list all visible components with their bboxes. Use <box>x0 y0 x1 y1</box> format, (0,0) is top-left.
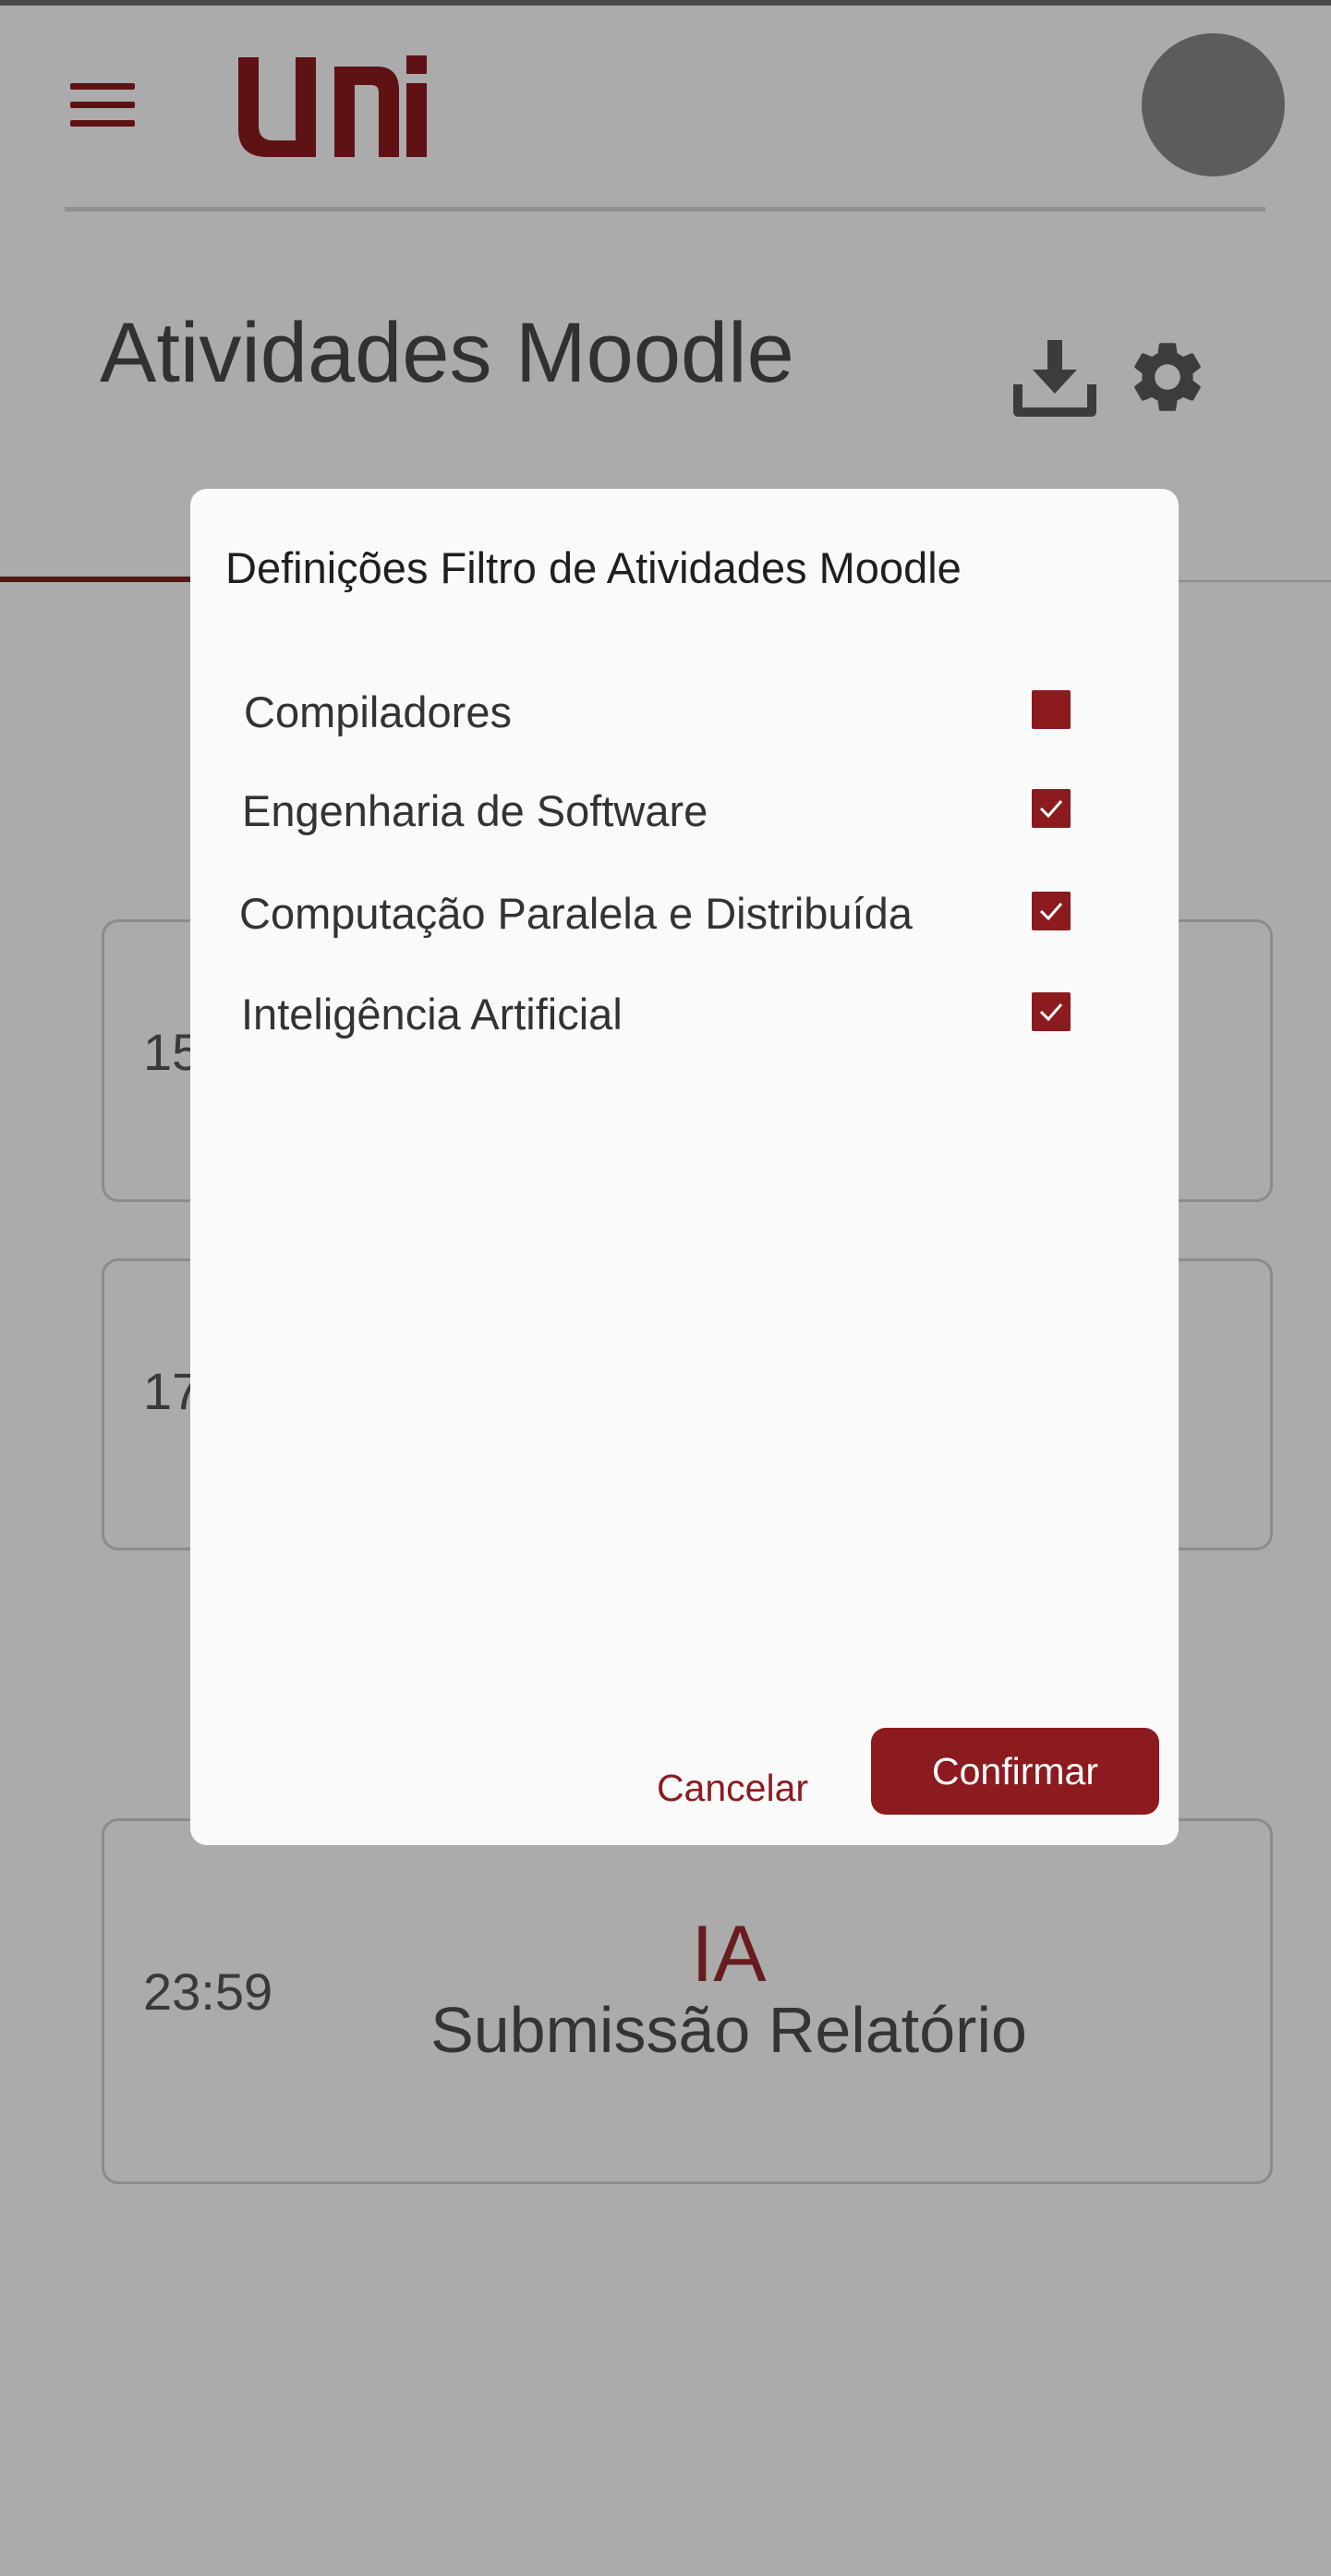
filter-option-computacao-paralela[interactable]: Computação Paralela e Distribuída <box>190 869 1179 953</box>
cancel-button[interactable]: Cancelar <box>645 1747 820 1829</box>
option-label: Compiladores <box>244 687 512 736</box>
option-label: Computação Paralela e Distribuída <box>239 889 913 938</box>
option-label: Inteligência Artificial <box>241 990 623 1039</box>
filter-settings-dialog: Definições Filtro de Atividades Moodle C… <box>190 489 1179 1845</box>
filter-option-inteligencia-artificial[interactable]: Inteligência Artificial <box>190 970 1179 1053</box>
checkbox-checked[interactable] <box>1032 789 1071 828</box>
checkbox-unchecked[interactable] <box>1032 690 1071 729</box>
checkmark-icon <box>1039 800 1063 819</box>
confirm-button[interactable]: Confirmar <box>871 1728 1159 1815</box>
option-label: Engenharia de Software <box>242 786 708 835</box>
dialog-title: Definições Filtro de Atividades Moodle <box>225 543 962 592</box>
filter-option-compiladores[interactable]: Compiladores <box>190 668 1179 751</box>
checkbox-checked[interactable] <box>1032 992 1071 1031</box>
checkmark-icon <box>1039 1003 1063 1022</box>
filter-option-engenharia-software[interactable]: Engenharia de Software <box>190 767 1179 850</box>
checkbox-checked[interactable] <box>1032 892 1071 930</box>
checkmark-icon <box>1039 903 1063 921</box>
